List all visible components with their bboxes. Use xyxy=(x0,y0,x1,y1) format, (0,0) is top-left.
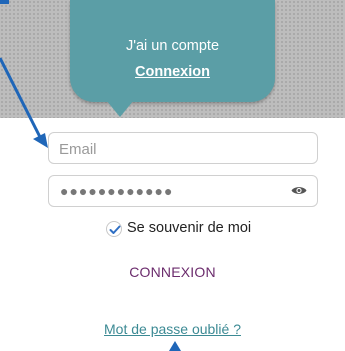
arrow-to-forgot-link-icon xyxy=(169,341,181,351)
arrow-to-email-icon xyxy=(0,57,48,148)
corner-marker xyxy=(0,0,9,4)
login-screen: J'ai un compte Connexion ●●●●●●●●●●●● Se… xyxy=(0,0,345,351)
annotation-arrows xyxy=(0,0,181,351)
